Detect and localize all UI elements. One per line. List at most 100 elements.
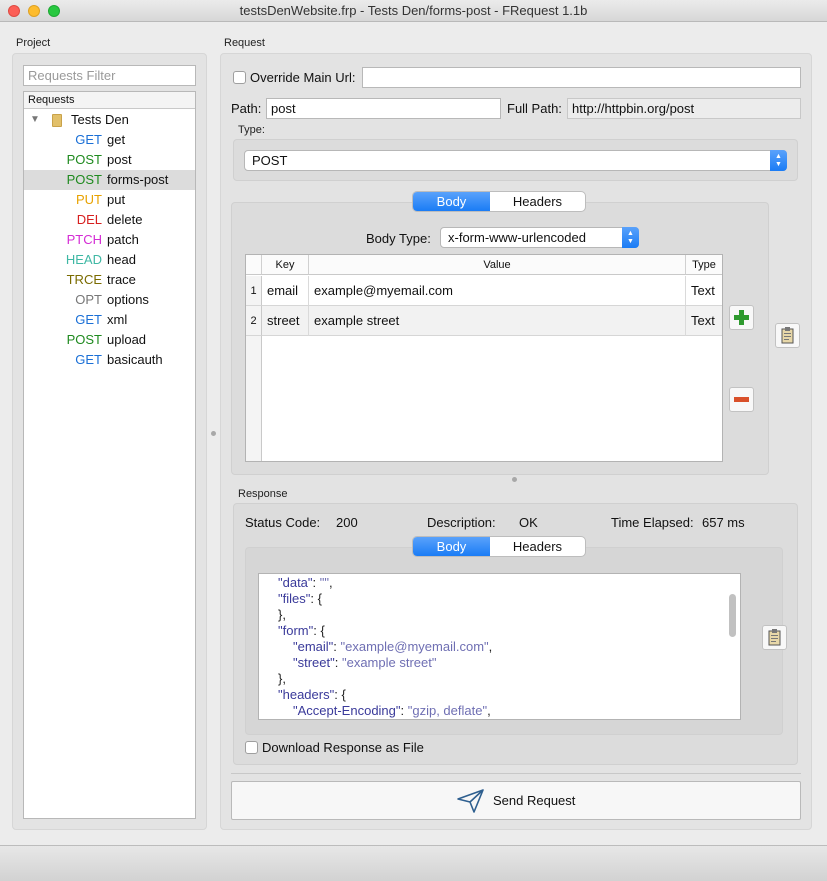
request-name: xml	[107, 312, 128, 327]
disclosure-triangle-icon[interactable]: ▼	[30, 110, 40, 130]
download-response-checkbox[interactable]	[245, 741, 258, 754]
tree-header: Requests	[24, 92, 195, 109]
json-line: "email": "example@myemail.com",	[293, 639, 493, 654]
row-number: 1	[246, 276, 262, 306]
type-select[interactable]: POST ▲ ▼	[244, 150, 787, 171]
paper-plane-icon	[457, 789, 484, 813]
request-name: basicauth	[107, 352, 163, 367]
override-url-checkbox[interactable]	[233, 71, 246, 84]
time-elapsed-value: 657 ms	[702, 515, 745, 530]
request-name: get	[107, 132, 126, 147]
request-name: patch	[107, 232, 139, 247]
download-response-label: Download Response as File	[262, 740, 424, 755]
tree-item-request[interactable]: PTCH patch	[24, 230, 195, 250]
paste-params-button[interactable]	[775, 323, 800, 348]
request-name: forms-post	[107, 172, 169, 187]
request-method: PUT	[76, 192, 102, 207]
body-type-select[interactable]: x-form-www-urlencoded ▲ ▼	[440, 227, 639, 248]
tree-item-request[interactable]: POST forms-post	[24, 170, 195, 190]
tree-item-request[interactable]: POST upload	[24, 330, 195, 350]
param-type[interactable]: Text	[686, 276, 722, 306]
select-arrows-icon: ▲ ▼	[770, 150, 787, 171]
response-scrollbar-thumb[interactable]	[729, 594, 736, 637]
override-url-input[interactable]	[362, 67, 801, 88]
tree-item-request[interactable]: DEL delete	[24, 210, 195, 230]
requests-filter-input[interactable]: Requests Filter	[23, 65, 196, 86]
path-input[interactable]: post	[266, 98, 501, 119]
json-key: "data"	[278, 575, 313, 590]
column-header-type[interactable]: Type	[686, 255, 722, 275]
tab-response-body[interactable]: Body	[413, 537, 490, 556]
type-select-value: POST	[252, 153, 288, 168]
json-line: },	[278, 671, 286, 687]
window-title: testsDenWebsite.frp - Tests Den/forms-po…	[239, 3, 588, 18]
title-bar: testsDenWebsite.frp - Tests Den/forms-po…	[0, 0, 827, 22]
split-handle-vertical[interactable]	[211, 431, 216, 436]
param-key[interactable]: street	[262, 306, 309, 336]
param-key[interactable]: email	[262, 276, 309, 306]
request-method: DEL	[76, 212, 102, 227]
tree-item-request[interactable]: TRCE trace	[24, 270, 195, 290]
json-line: "data": "",	[278, 575, 333, 590]
minimize-window-button[interactable]	[28, 5, 40, 17]
param-value[interactable]: example@myemail.com	[309, 276, 686, 306]
json-value: ""	[319, 575, 329, 590]
remove-param-button[interactable]	[729, 387, 754, 412]
tab-response-headers[interactable]: Headers	[490, 537, 585, 556]
column-header-key[interactable]: Key	[262, 255, 309, 275]
tree-item-request[interactable]: GET basicauth	[24, 350, 195, 370]
json-key: "headers"	[278, 687, 335, 702]
send-request-button[interactable]: Send Request	[231, 781, 801, 820]
tree-item-request[interactable]: GET xml	[24, 310, 195, 330]
request-name: delete	[107, 212, 143, 227]
table-row[interactable]: 2 street example street Text	[246, 306, 722, 336]
select-arrows-icon: ▲ ▼	[622, 227, 639, 248]
table-row[interactable]: 1 email example@myemail.com Text	[246, 276, 722, 306]
project-label: Project	[16, 37, 51, 49]
row-number: 2	[246, 306, 262, 336]
override-url-label: Override Main Url:	[250, 70, 356, 85]
request-name: post	[107, 152, 132, 167]
full-path-field: http://httpbin.org/post	[567, 98, 801, 119]
column-header-value[interactable]: Value	[309, 255, 686, 275]
json-key: "form"	[278, 623, 314, 638]
zoom-window-button[interactable]	[48, 5, 60, 17]
response-body-viewer[interactable]: "data": "", "files": {}, "form": {"email":…	[258, 573, 741, 720]
tree-item-request[interactable]: HEAD head	[24, 250, 195, 270]
json-line: },	[278, 607, 286, 623]
tree-item-request[interactable]: GET get	[24, 130, 195, 150]
tree-item-request[interactable]: OPT options	[24, 290, 195, 310]
request-method: GET	[75, 352, 102, 367]
row-number-gutter	[246, 336, 262, 461]
close-window-button[interactable]	[8, 5, 20, 17]
request-method: POST	[66, 332, 102, 347]
tree-item-request[interactable]: PUT put	[24, 190, 195, 210]
split-handle-horizontal[interactable]	[512, 477, 517, 482]
body-params-table[interactable]: Key Value Type 1 email example@myemail.c…	[245, 254, 723, 462]
status-code-value: 200	[336, 515, 358, 530]
request-name: head	[107, 252, 136, 267]
param-value[interactable]: example street	[309, 306, 686, 336]
request-method: TRCE	[66, 272, 102, 287]
json-key: "email"	[293, 639, 334, 654]
tree-folder-tests-den[interactable]: ▼ Tests Den	[24, 110, 195, 130]
request-name: trace	[107, 272, 136, 287]
json-punctuation: ,	[487, 703, 491, 718]
body-type-label: Body Type:	[366, 231, 431, 246]
json-punctuation: {	[317, 591, 322, 606]
json-punctuation: },	[278, 607, 286, 622]
tree-item-request[interactable]: POST post	[24, 150, 195, 170]
param-type[interactable]: Text	[686, 306, 722, 336]
minus-icon	[734, 397, 749, 402]
json-punctuation: ,	[488, 639, 493, 654]
add-param-button[interactable]	[729, 305, 754, 330]
json-line: "form": {	[278, 623, 325, 638]
json-line: "street": "example street"	[293, 655, 437, 670]
tab-request-body[interactable]: Body	[413, 192, 490, 211]
json-value: "gzip, deflate"	[407, 703, 488, 718]
json-key: "Accept-Encoding"	[293, 703, 401, 718]
requests-tree[interactable]: Requests ▼ Tests Den GET get POST post POST f…	[23, 91, 196, 819]
clipboard-icon	[781, 327, 794, 344]
tab-request-headers[interactable]: Headers	[490, 192, 585, 211]
copy-response-button[interactable]	[762, 625, 787, 650]
